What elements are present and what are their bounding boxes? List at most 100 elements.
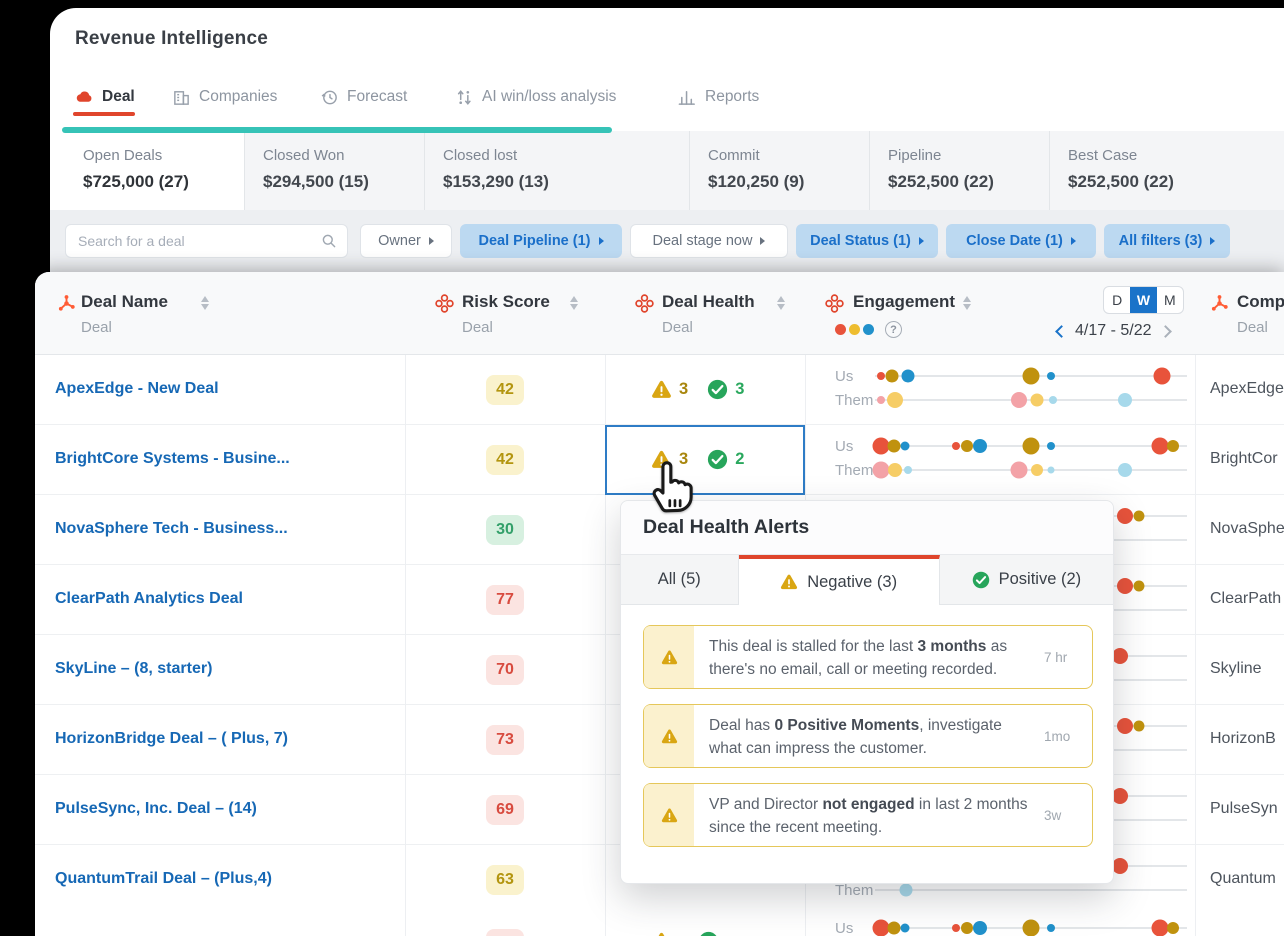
column-divider xyxy=(405,272,406,936)
filter-deal-status[interactable]: Deal Status (1) xyxy=(796,224,938,258)
tab-negative-alerts[interactable]: Negative (3) xyxy=(738,555,940,605)
caret-icon xyxy=(428,237,434,245)
popup-body: This deal is stalled for the last 3 mont… xyxy=(621,605,1113,847)
date-range-nav: 4/17 - 5/22 xyxy=(1055,322,1172,340)
deal-tab-icon xyxy=(75,88,94,107)
tab-forecast[interactable]: Forecast xyxy=(320,84,407,110)
card-value: $294,500 (15) xyxy=(263,172,369,191)
deal-health-cell[interactable]: 3 3 xyxy=(651,379,744,400)
caret-icon xyxy=(1070,237,1076,245)
check-icon xyxy=(707,449,728,470)
filter-label: Deal stage now xyxy=(652,233,753,249)
active-tab-underline xyxy=(73,112,135,116)
sort-deal-name[interactable] xyxy=(201,296,209,310)
alert-item: Deal has 0 Positive Moments, investigate… xyxy=(643,704,1093,768)
deal-health-cell[interactable] xyxy=(651,931,726,936)
col-subtitle: Deal xyxy=(81,319,112,336)
tab-forecast-label: Forecast xyxy=(347,88,408,105)
hand-cursor-icon xyxy=(652,461,693,513)
col-engagement: Engagement xyxy=(853,292,956,311)
reports-icon xyxy=(678,88,697,107)
summary-card-closed-lost[interactable]: Closed lost $153,290 (13) xyxy=(425,131,690,210)
tab-deal-label: Deal xyxy=(102,88,135,105)
engagement-dot xyxy=(961,922,974,934)
toggle-week[interactable]: W xyxy=(1130,287,1157,313)
filter-label: Deal Status (1) xyxy=(810,233,911,249)
check-icon xyxy=(707,379,728,400)
warning-icon xyxy=(661,649,678,666)
period-toggle: D W M xyxy=(1103,286,1184,314)
engagement-dot xyxy=(901,369,915,383)
deal-name-link[interactable]: HorizonBridge Deal – ( Plus, 7) xyxy=(55,730,288,748)
tab-ai-winloss-label: AI win/loss analysis xyxy=(482,88,617,105)
tab-ai-winloss[interactable]: AI win/loss analysis xyxy=(455,84,616,110)
engagement-dot xyxy=(1022,919,1040,936)
tab-label: All (5) xyxy=(657,570,701,588)
col-deal-name: Deal Name xyxy=(81,292,168,311)
prev-range-chevron[interactable] xyxy=(1055,324,1068,338)
tab-positive-alerts[interactable]: Positive (2) xyxy=(939,555,1114,605)
deal-name-link[interactable]: SkyLine – (8, starter) xyxy=(55,660,212,678)
engagement-dot xyxy=(877,372,886,380)
alert-text: VP and Director not engaged in last 2 mo… xyxy=(709,796,1028,837)
engagement-dot xyxy=(972,439,987,453)
toggle-month[interactable]: M xyxy=(1157,287,1183,313)
search-input[interactable] xyxy=(66,233,321,249)
company-cell: ApexEdge xyxy=(1210,380,1284,397)
filter-deal-pipeline[interactable]: Deal Pipeline (1) xyxy=(460,224,622,258)
engagement-us-line xyxy=(875,367,1187,385)
warning-icon xyxy=(651,931,672,936)
card-label: Closed lost xyxy=(443,147,518,164)
alert-timestamp: 1mo xyxy=(1044,728,1071,744)
engagement-them-label: Them xyxy=(835,392,874,409)
engagement-dot xyxy=(1047,924,1056,932)
risk-score-pill: 69 xyxy=(486,795,524,825)
deal-name-link[interactable]: ClearPath Analytics Deal xyxy=(55,590,243,608)
risk-score-pill: 63 xyxy=(486,865,524,895)
help-icon[interactable]: ? xyxy=(885,321,902,338)
engagement-them-line xyxy=(875,392,1187,408)
tab-label: Positive (2) xyxy=(998,570,1082,588)
deal-name-link[interactable]: QuantumTrail Deal – (Plus,4) xyxy=(55,870,272,888)
alert-item: This deal is stalled for the last 3 mont… xyxy=(643,625,1093,689)
company-cell: HorizonB xyxy=(1210,730,1276,747)
engagement-us-line xyxy=(872,437,1187,455)
summary-card-open-deals[interactable]: Open Deals $725,000 (27) xyxy=(60,131,245,210)
summary-card-commit[interactable]: Commit $120,250 (9) xyxy=(690,131,870,210)
filter-close-date[interactable]: Close Date (1) xyxy=(946,224,1096,258)
filter-all-filters[interactable]: All filters (3) xyxy=(1104,224,1230,258)
deal-name-link[interactable]: NovaSphere Tech - Business... xyxy=(55,520,288,538)
filter-owner[interactable]: Owner xyxy=(360,224,452,258)
alert-timestamp: 7 hr xyxy=(1044,649,1068,665)
summary-card-best-case[interactable]: Best Case $252,500 (22) xyxy=(1050,131,1284,210)
sort-engagement[interactable] xyxy=(963,296,971,310)
next-range-chevron[interactable] xyxy=(1158,324,1172,338)
tab-all-alerts[interactable]: All (5) xyxy=(621,555,739,605)
deal-name-link[interactable]: PulseSync, Inc. Deal – (14) xyxy=(55,800,257,818)
summary-card-pipeline[interactable]: Pipeline $252,500 (22) xyxy=(870,131,1050,210)
engagement-dot xyxy=(952,442,961,450)
deal-name-link[interactable]: BrightCore Systems - Busine... xyxy=(55,450,290,468)
engagement-dot xyxy=(900,923,910,933)
deal-name-link[interactable]: ApexEdge - New Deal xyxy=(55,380,219,398)
engagement-us-line xyxy=(872,919,1187,936)
warning-icon xyxy=(780,573,798,591)
engagement-dot xyxy=(1117,393,1132,407)
tab-reports-label: Reports xyxy=(705,88,760,105)
engagement-dot xyxy=(1022,367,1040,385)
filter-label: Deal Pipeline (1) xyxy=(478,233,591,249)
engagement-dot xyxy=(1047,442,1056,450)
engagement-dot xyxy=(900,441,910,451)
sort-deal-health[interactable] xyxy=(777,296,785,310)
sort-risk-score[interactable] xyxy=(570,296,578,310)
tab-companies[interactable]: Companies xyxy=(172,84,277,110)
engagement-dot xyxy=(1047,466,1055,474)
summary-card-closed-won[interactable]: Closed Won $294,500 (15) xyxy=(245,131,425,210)
tab-reports[interactable]: Reports xyxy=(678,84,759,110)
table-row: ApexEdge - New Deal 42 3 3 Us Them ApexE… xyxy=(35,355,1284,425)
date-range-label: 4/17 - 5/22 xyxy=(1075,322,1152,339)
toggle-day[interactable]: D xyxy=(1104,287,1130,313)
tab-deal[interactable]: Deal xyxy=(75,84,135,110)
filter-deal-stage-now[interactable]: Deal stage now xyxy=(630,224,788,258)
ai-winloss-icon xyxy=(455,88,474,107)
